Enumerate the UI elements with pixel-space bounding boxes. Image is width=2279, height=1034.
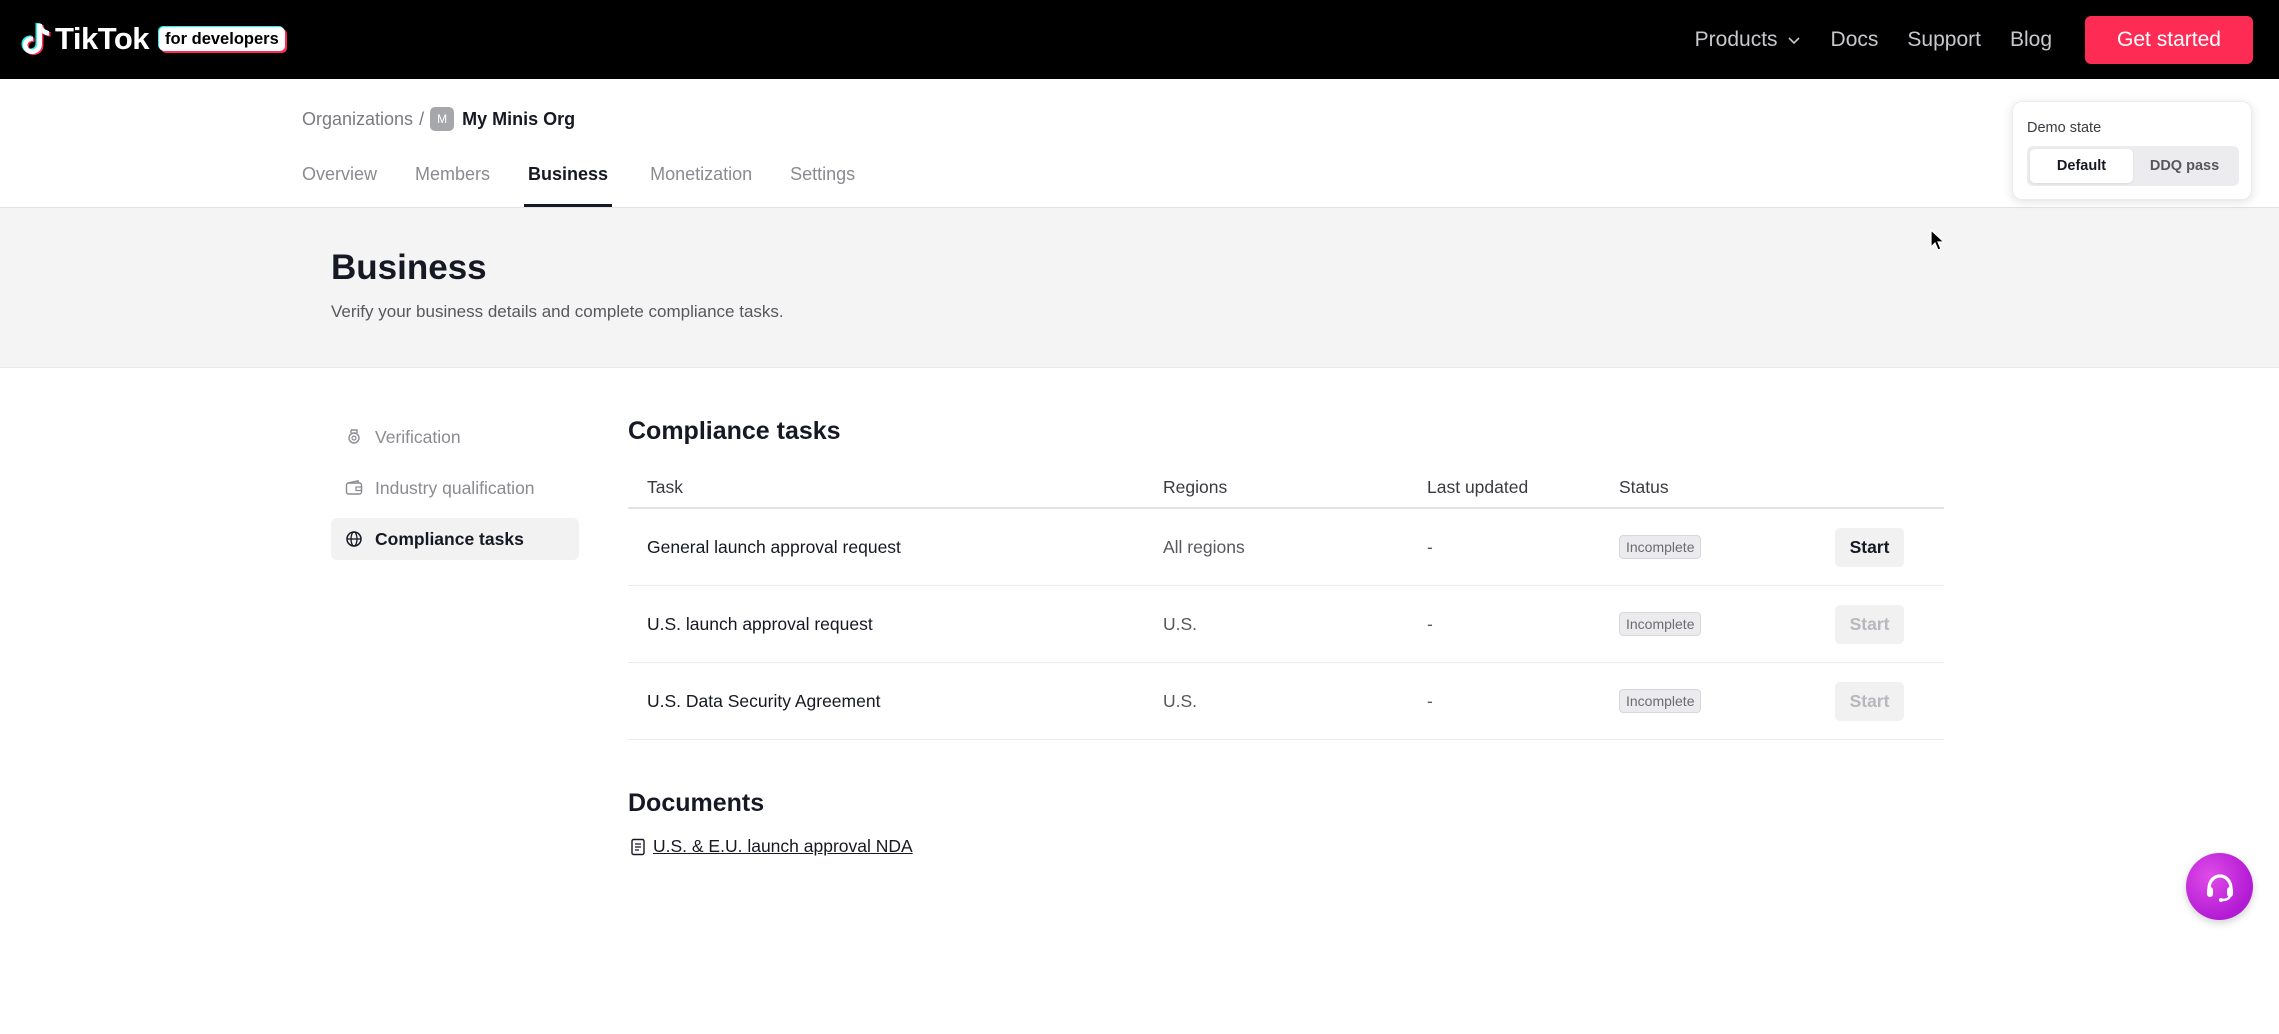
status-badge: Incomplete [1619, 612, 1702, 636]
org-header: Organizations / M My Minis Org Overview … [0, 79, 2279, 208]
nav-products-link[interactable]: Products [1695, 28, 1802, 52]
start-button[interactable]: Start [1835, 527, 1904, 567]
side-item-label: Compliance tasks [375, 528, 524, 549]
nav-blog-link[interactable]: Blog [2010, 28, 2052, 52]
document-link-nda[interactable]: U.S. & E.U. launch approval NDA [630, 836, 913, 857]
task-name: U.S. Data Security Agreement [647, 690, 881, 711]
org-name: My Minis Org [462, 108, 576, 129]
globe-icon [346, 531, 362, 547]
support-chat-button[interactable] [2186, 853, 2253, 920]
breadcrumb: Organizations / M My Minis Org [302, 107, 575, 131]
compliance-tasks-heading: Compliance tasks [628, 417, 841, 445]
task-last-updated: - [1427, 613, 1433, 634]
nav-support-link[interactable]: Support [1907, 28, 1981, 52]
column-header-regions: Regions [1163, 477, 1228, 497]
column-header-status: Status [1619, 477, 1669, 497]
demo-state-panel: Demo state Default DDQ pass [2012, 101, 2252, 200]
tab-overview[interactable]: Overview [302, 159, 377, 207]
task-last-updated: - [1427, 690, 1433, 711]
demo-state-default-option[interactable]: Default [2030, 149, 2133, 183]
tiktok-note-icon [21, 23, 51, 55]
side-item-industry-qualification[interactable]: Industry qualification [331, 467, 579, 509]
task-region: All regions [1163, 536, 1245, 557]
nav-docs-link[interactable]: Docs [1831, 28, 1879, 52]
tab-monetization[interactable]: Monetization [650, 159, 752, 207]
org-avatar: M [430, 107, 455, 131]
side-item-verification[interactable]: Verification [331, 416, 579, 458]
logo-wordmark: TikTok [55, 21, 150, 56]
top-navbar: TikTok for developers Products Docs Supp… [0, 0, 2279, 79]
breadcrumb-organizations-link[interactable]: Organizations [302, 109, 413, 130]
side-item-compliance-tasks[interactable]: Compliance tasks [331, 518, 579, 560]
business-side-menu: Verification Industry qualification Comp… [331, 416, 579, 569]
side-item-label: Verification [375, 426, 461, 447]
tab-business[interactable]: Business [524, 159, 613, 207]
breadcrumb-separator: / [419, 108, 425, 129]
task-region: U.S. [1163, 613, 1198, 634]
wallet-icon [345, 479, 363, 495]
page-subtitle: Verify your business details and complet… [331, 302, 784, 321]
nav-links: Products Docs Support Blog Get started [1695, 0, 2279, 79]
task-name: U.S. launch approval request [647, 613, 873, 634]
org-tabs: Overview Members Business Monetization S… [302, 159, 893, 207]
status-badge: Incomplete [1619, 689, 1702, 713]
tab-settings[interactable]: Settings [790, 159, 855, 207]
nav-products-label: Products [1694, 27, 1778, 51]
table-header: Task Regions Last updated Status [628, 468, 1944, 509]
compliance-tasks-table: Task Regions Last updated Status General… [628, 468, 1944, 740]
headset-icon [2206, 873, 2233, 902]
documents-heading: Documents [628, 789, 765, 817]
logo-badge: for developers [159, 27, 285, 51]
demo-state-label: Demo state [2027, 120, 2102, 136]
tiktok-logo[interactable]: TikTok for developers [21, 18, 285, 60]
tab-members[interactable]: Members [415, 159, 490, 207]
mouse-cursor-icon [1930, 229, 1946, 251]
status-badge: Incomplete [1619, 535, 1702, 559]
badge-icon [348, 429, 360, 444]
document-icon [631, 838, 645, 855]
task-name: General launch approval request [647, 536, 901, 557]
table-row: U.S. Data Security Agreement U.S. - Inco… [628, 663, 1944, 740]
demo-state-ddq-pass-option[interactable]: DDQ pass [2133, 149, 2236, 183]
chevron-down-icon [1787, 36, 1800, 44]
table-row: U.S. launch approval request U.S. - Inco… [628, 586, 1944, 663]
document-link-label: U.S. & E.U. launch approval NDA [653, 836, 913, 856]
column-header-last-updated: Last updated [1427, 477, 1529, 497]
task-region: U.S. [1163, 690, 1198, 711]
column-header-task: Task [647, 477, 683, 497]
task-last-updated: - [1427, 536, 1433, 557]
get-started-button[interactable]: Get started [2085, 15, 2253, 64]
table-row: General launch approval request All regi… [628, 509, 1944, 586]
demo-state-toggle: Default DDQ pass [2027, 146, 2239, 186]
side-item-label: Industry qualification [375, 477, 535, 498]
page-title: Business [331, 248, 487, 287]
start-button-disabled[interactable]: Start [1835, 681, 1904, 721]
start-button-disabled[interactable]: Start [1835, 604, 1904, 644]
